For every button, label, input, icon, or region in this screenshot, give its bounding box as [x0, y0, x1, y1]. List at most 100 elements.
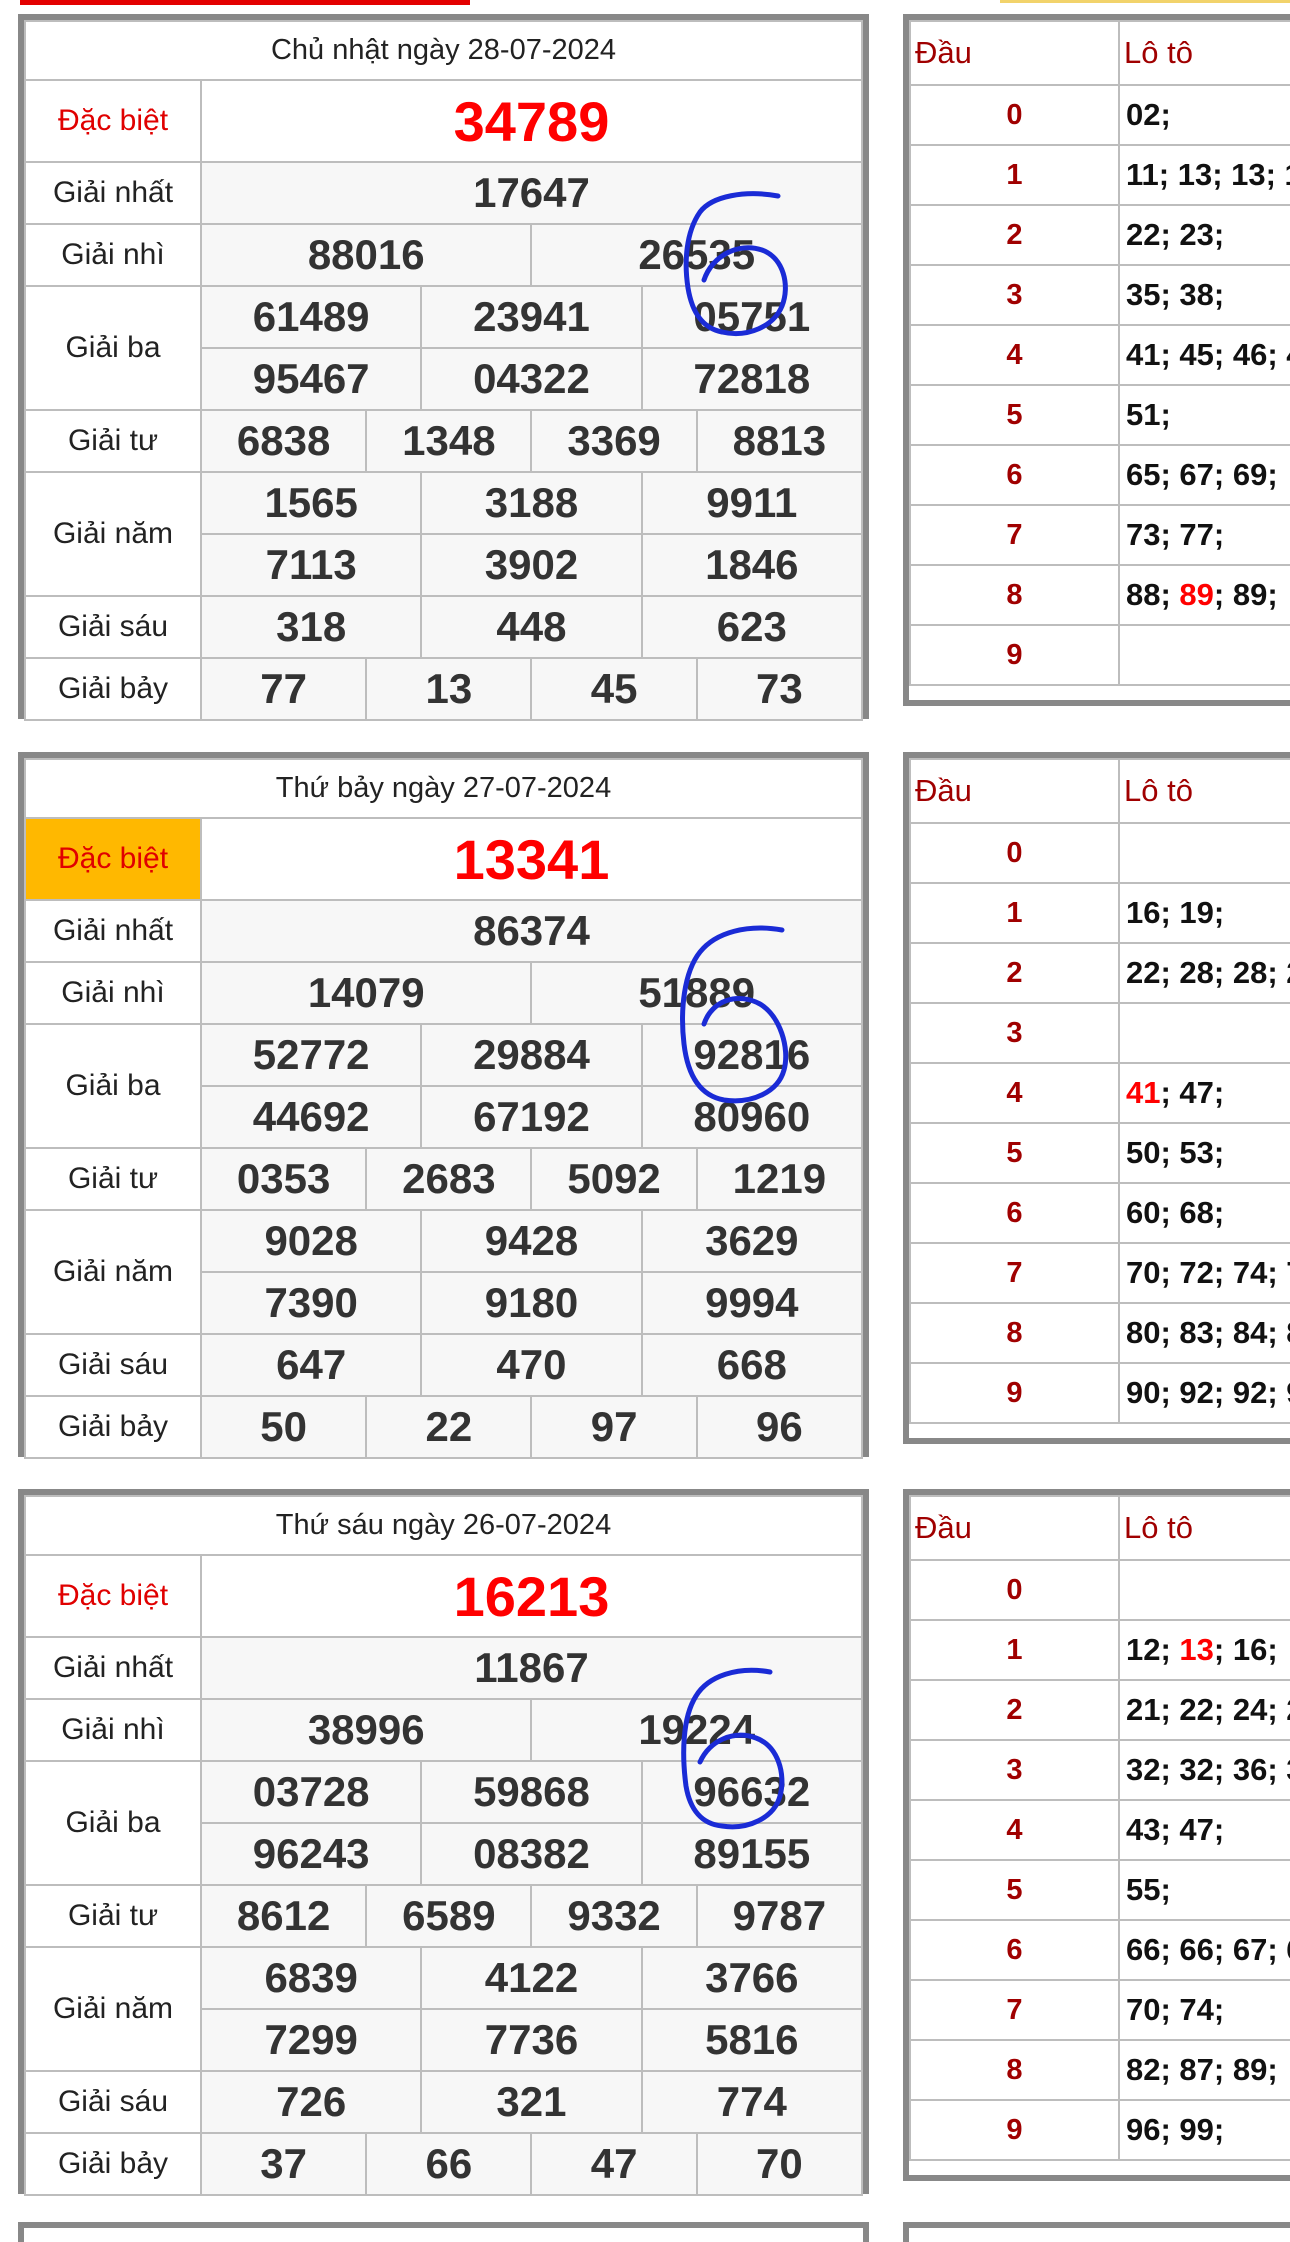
- fifth-prize: 4122: [420, 1946, 643, 2010]
- first-prize: 17647: [200, 161, 863, 225]
- fifth-prize: 6839: [199, 1946, 423, 2010]
- third-prize: 61489: [199, 285, 423, 349]
- third-prize: 23941: [420, 285, 643, 349]
- third-label: Giải ba: [24, 1760, 202, 1886]
- loto-text: 80; 83; 84; 89;: [1126, 1315, 1290, 1350]
- dau-digit: 0: [909, 822, 1120, 884]
- seventh-prize: 22: [365, 1395, 533, 1459]
- loto-table-2: Đầu Lô tô 0112; 13; 16;221; 22; 24; 26; …: [903, 1489, 1290, 2181]
- sixth-prize: 774: [640, 2070, 864, 2134]
- seventh-label: Giải bảy: [24, 2132, 202, 2196]
- loto-row: 1 16; 19;: [909, 882, 1290, 944]
- result-table-1: Thứ bảy ngày 27-07-2024 Đặc biệt 13341 G…: [18, 752, 869, 1459]
- dau-digit: 9: [909, 2099, 1120, 2161]
- sixth-label: Giải sáu: [24, 1333, 202, 1397]
- fourth-prize: 0353: [199, 1147, 368, 1211]
- special-loto-number: 13: [1179, 1632, 1214, 1667]
- loto-numbers: 12; 13; 16;: [1118, 1619, 1290, 1681]
- fourth-prize: 9787: [695, 1884, 864, 1948]
- dau-digit: 4: [909, 1062, 1120, 1124]
- loto-text: 16; 19;: [1126, 895, 1225, 930]
- fifth-prize: 9911: [640, 471, 864, 535]
- loto-row: 9: [909, 624, 1290, 686]
- loto-numbers: 35; 38;: [1118, 264, 1290, 326]
- loto-row: 7 73; 77;: [909, 504, 1290, 566]
- fourth-prize: 6838: [199, 409, 368, 473]
- fifth-prize: 9180: [420, 1271, 643, 1335]
- loto-text: 32; 32; 36; 37; 39: [1126, 1752, 1290, 1787]
- loto-numbers: 51;: [1118, 384, 1290, 446]
- loto-header: Lô tô: [1118, 1495, 1290, 1561]
- loto-numbers: 65; 67; 69;: [1118, 444, 1290, 506]
- loto-row: 0 02;: [909, 84, 1290, 146]
- second-label: Giải nhì: [24, 223, 202, 287]
- loto-numbers: 41; 47;: [1118, 1062, 1290, 1124]
- seventh-prize: 70: [695, 2132, 864, 2196]
- special-prize: 13341: [200, 817, 863, 901]
- next-loto-table-edge: [903, 2222, 1290, 2242]
- first-prize: 11867: [200, 1636, 863, 1700]
- fifth-prize: 3902: [420, 533, 643, 597]
- loto-text: ; 16;: [1213, 1632, 1278, 1667]
- loto-numbers: 88; 89; 89;: [1118, 564, 1290, 626]
- third-prize: 05751: [640, 285, 864, 349]
- loto-numbers: [1118, 624, 1290, 686]
- seventh-label: Giải bảy: [24, 657, 202, 721]
- dau-digit: 9: [909, 624, 1120, 686]
- loto-row: 990; 92; 92; 92; 94: [909, 1362, 1290, 1424]
- special-loto-number: 89: [1179, 577, 1214, 612]
- draw-date[interactable]: Thứ bảy ngày 27-07-2024: [24, 758, 863, 819]
- loto-row: 0: [909, 822, 1290, 884]
- fifth-prize: 1565: [199, 471, 423, 535]
- loto-row: 5 55;: [909, 1859, 1290, 1921]
- fifth-label: Giải năm: [24, 1209, 202, 1335]
- third-label: Giải ba: [24, 1023, 202, 1149]
- third-prize: 80960: [640, 1085, 864, 1149]
- dau-digit: 4: [909, 1799, 1120, 1861]
- third-prize: 29884: [420, 1023, 643, 1087]
- fifth-label: Giải năm: [24, 1946, 202, 2072]
- dau-digit: 1: [909, 1619, 1120, 1681]
- loto-numbers: 21; 22; 24; 26; 28: [1118, 1679, 1290, 1741]
- loto-numbers: 70; 74;: [1118, 1979, 1290, 2041]
- loto-numbers: 82; 87; 89;: [1118, 2039, 1290, 2101]
- loto-text: 60; 68;: [1126, 1195, 1225, 1230]
- fourth-prize: 6589: [365, 1884, 533, 1948]
- fifth-prize: 9994: [640, 1271, 864, 1335]
- fourth-prize: 9332: [530, 1884, 698, 1948]
- third-prize: 96632: [640, 1760, 864, 1824]
- loto-row: 5 51;: [909, 384, 1290, 446]
- loto-text: 90; 92; 92; 92; 94: [1126, 1375, 1290, 1410]
- special-prize: 34789: [200, 79, 863, 163]
- sixth-label: Giải sáu: [24, 595, 202, 659]
- loto-numbers: 90; 92; 92; 92; 94: [1118, 1362, 1290, 1424]
- sixth-prize: 668: [640, 1333, 864, 1397]
- draw-date[interactable]: Chủ nhật ngày 28-07-2024: [24, 20, 863, 81]
- loto-numbers: 22; 28; 28; 29;: [1118, 942, 1290, 1004]
- dau-digit: 7: [909, 1979, 1120, 2041]
- seventh-prize: 47: [530, 2132, 698, 2196]
- loto-numbers: 73; 77;: [1118, 504, 1290, 566]
- dau-digit: 6: [909, 444, 1120, 506]
- seventh-label: Giải bảy: [24, 1395, 202, 1459]
- loto-row: 2 22; 23;: [909, 204, 1290, 266]
- fifth-prize: 9428: [420, 1209, 643, 1273]
- fourth-prize: 8813: [695, 409, 864, 473]
- loto-text: 70; 74;: [1126, 1992, 1225, 2027]
- seventh-prize: 77: [199, 657, 368, 721]
- third-prize: 04322: [420, 347, 643, 411]
- loto-text: 50; 53;: [1126, 1135, 1225, 1170]
- draw-date[interactable]: Thứ sáu ngày 26-07-2024: [24, 1495, 863, 1556]
- loto-row: 880; 83; 84; 89;: [909, 1302, 1290, 1364]
- loto-text: ; 89;: [1213, 577, 1278, 612]
- loto-table-1: Đầu Lô tô 0116; 19;222; 28; 28; 29;3441;…: [903, 752, 1290, 1444]
- fourth-prize: 1348: [365, 409, 533, 473]
- fifth-prize: 9028: [199, 1209, 423, 1273]
- loto-text: 35; 38;: [1126, 277, 1225, 312]
- dau-digit: 3: [909, 1739, 1120, 1801]
- dau-header: Đầu: [909, 758, 1120, 824]
- loto-text: 02;: [1126, 97, 1171, 132]
- loto-row: 4 41; 47;: [909, 1062, 1290, 1124]
- seventh-prize: 50: [199, 1395, 368, 1459]
- loto-numbers: 60; 68;: [1118, 1182, 1290, 1244]
